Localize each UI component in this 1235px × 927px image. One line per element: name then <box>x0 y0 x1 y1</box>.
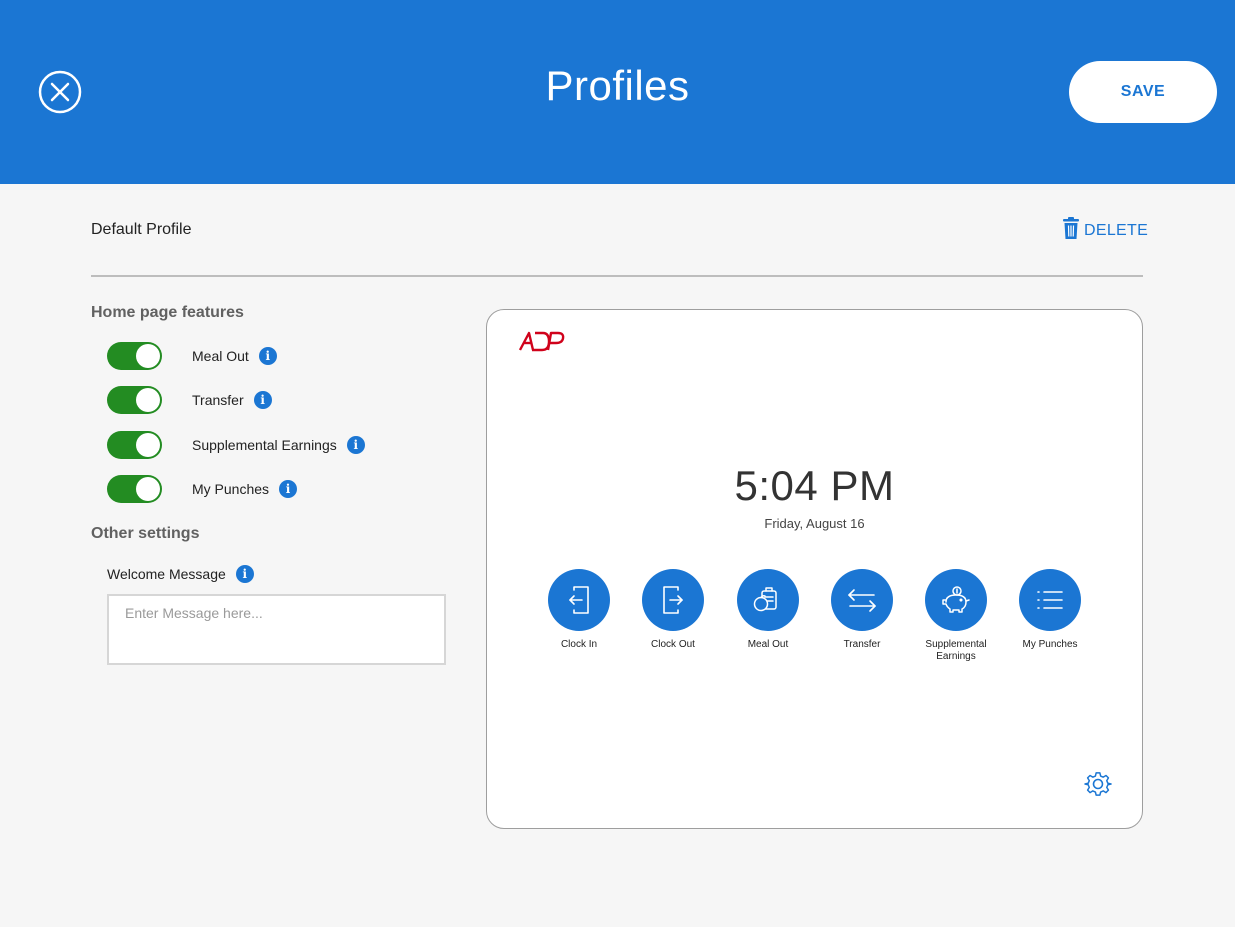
my-punches-action[interactable]: My Punches <box>1000 569 1100 651</box>
profile-name: Default Profile <box>91 221 192 238</box>
delete-label: DELETE <box>1084 222 1149 239</box>
other-settings-heading: Other settings <box>91 525 200 542</box>
home-features-heading: Home page features <box>91 304 244 321</box>
save-button[interactable]: SAVE <box>1069 61 1217 123</box>
meal-out-toggle[interactable] <box>107 342 162 370</box>
feature-row-my-punches: My Punches i <box>107 475 298 503</box>
my-punches-toggle[interactable] <box>107 475 162 503</box>
toggle-knob <box>136 388 160 412</box>
feature-label: Transfer <box>192 392 244 408</box>
meal-out-action[interactable]: Meal Out <box>718 569 818 651</box>
clock-in-icon[interactable] <box>548 569 610 631</box>
supplemental-earnings-toggle[interactable] <box>107 431 162 459</box>
header-bar: Profiles SAVE <box>0 0 1235 184</box>
meal-out-icon[interactable] <box>737 569 799 631</box>
info-icon[interactable]: i <box>253 391 272 409</box>
welcome-message-input[interactable] <box>107 594 446 665</box>
action-label: My Punches <box>1022 639 1078 650</box>
supplemental-earnings-action[interactable]: Supplemental Earnings <box>906 569 1006 663</box>
feature-row-transfer: Transfer i <box>107 386 272 414</box>
action-label: Clock In <box>560 639 598 650</box>
info-icon[interactable]: i <box>346 436 365 454</box>
adp-logo <box>518 329 566 358</box>
feature-row-supplemental-earnings: Supplemental Earnings i <box>107 431 365 459</box>
feature-label: Supplemental Earnings <box>192 437 337 453</box>
toggle-knob <box>136 477 160 501</box>
page-title: Profiles <box>545 62 690 109</box>
clock-date: Friday, August 16 <box>764 516 865 531</box>
info-icon[interactable]: i <box>258 347 277 365</box>
welcome-message-label: Welcome Message <box>107 566 226 582</box>
delete-button[interactable]: DELETE <box>1062 217 1149 245</box>
action-label: Transfer <box>843 639 881 650</box>
clock-out-icon[interactable] <box>642 569 704 631</box>
toggle-knob <box>136 433 160 457</box>
transfer-action[interactable]: Transfer <box>812 569 912 651</box>
info-icon[interactable]: i <box>279 480 298 498</box>
feature-label: Meal Out <box>192 348 249 364</box>
action-label: Supplemental Earnings <box>925 639 987 662</box>
kiosk-preview: 5:04 PM Friday, August 16 Clock In Clock… <box>486 309 1143 829</box>
action-label: Clock Out <box>651 639 695 650</box>
toggle-knob <box>136 344 160 368</box>
feature-row-meal-out: Meal Out i <box>107 342 277 370</box>
transfer-toggle[interactable] <box>107 386 162 414</box>
clock-time: 5:04 PM <box>734 462 895 509</box>
action-label: Meal Out <box>747 639 789 650</box>
transfer-icon[interactable] <box>831 569 893 631</box>
trash-icon <box>1062 217 1080 245</box>
gear-icon[interactable] <box>1084 770 1112 803</box>
clock-out-action[interactable]: Clock Out <box>623 569 723 651</box>
info-icon[interactable]: i <box>235 565 254 583</box>
welcome-message-row: Welcome Message i <box>107 565 254 583</box>
feature-label: My Punches <box>192 481 270 497</box>
piggy-bank-icon[interactable] <box>925 569 987 631</box>
clock-in-action[interactable]: Clock In <box>529 569 629 651</box>
list-icon[interactable] <box>1019 569 1081 631</box>
divider <box>91 275 1143 277</box>
